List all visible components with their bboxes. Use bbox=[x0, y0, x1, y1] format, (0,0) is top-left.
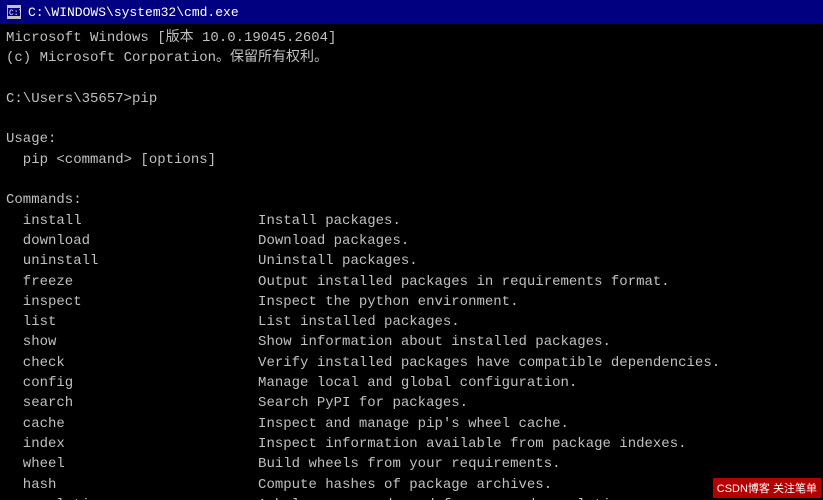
terminal-line bbox=[6, 170, 817, 190]
terminal-line: show Show information about installed pa… bbox=[6, 332, 817, 352]
title-bar: C:\ C:\WINDOWS\system32\cmd.exe bbox=[0, 0, 823, 24]
title-bar-title: C:\WINDOWS\system32\cmd.exe bbox=[28, 5, 239, 20]
terminal-line: wheel Build wheels from your requirement… bbox=[6, 454, 817, 474]
terminal-line: pip <command> [options] bbox=[6, 150, 817, 170]
terminal-line: Commands: bbox=[6, 190, 817, 210]
terminal-line: inspect Inspect the python environment. bbox=[6, 292, 817, 312]
terminal-line bbox=[6, 69, 817, 89]
terminal-line: hash Compute hashes of package archives. bbox=[6, 475, 817, 495]
terminal-line: C:\Users\35657>pip bbox=[6, 89, 817, 109]
terminal-line: cache Inspect and manage pip's wheel cac… bbox=[6, 414, 817, 434]
terminal-line: freeze Output installed packages in requ… bbox=[6, 272, 817, 292]
terminal-line: Microsoft Windows [版本 10.0.19045.2604] bbox=[6, 28, 817, 48]
terminal-line: (c) Microsoft Corporation。保留所有权利。 bbox=[6, 48, 817, 68]
title-bar-icon: C:\ bbox=[6, 4, 22, 20]
terminal-line bbox=[6, 109, 817, 129]
terminal-line: install Install packages. bbox=[6, 211, 817, 231]
terminal-line: list List installed packages. bbox=[6, 312, 817, 332]
terminal-line: config Manage local and global configura… bbox=[6, 373, 817, 393]
terminal-line: download Download packages. bbox=[6, 231, 817, 251]
terminal-line: uninstall Uninstall packages. bbox=[6, 251, 817, 271]
watermark: CSDN博客 关注笔单 bbox=[713, 478, 821, 498]
terminal-line: completion A helper command used for com… bbox=[6, 495, 817, 500]
terminal-line: check Verify installed packages have com… bbox=[6, 353, 817, 373]
terminal-line: index Inspect information available from… bbox=[6, 434, 817, 454]
terminal-line: search Search PyPI for packages. bbox=[6, 393, 817, 413]
terminal-line: Usage: bbox=[6, 129, 817, 149]
terminal: Microsoft Windows [版本 10.0.19045.2604](c… bbox=[0, 24, 823, 500]
svg-text:C:\: C:\ bbox=[9, 9, 21, 18]
